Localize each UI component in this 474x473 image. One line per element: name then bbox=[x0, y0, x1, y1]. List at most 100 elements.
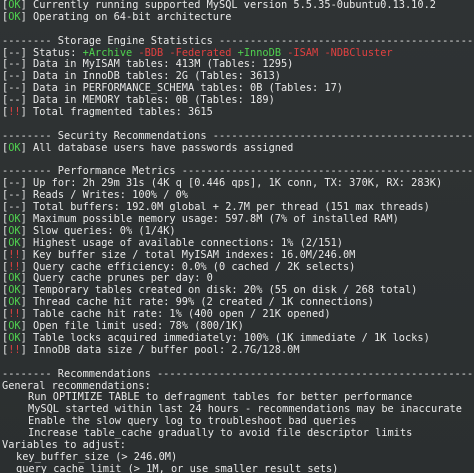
terminal-window[interactable]: [OK] Currently running supported MySQL v… bbox=[0, 0, 474, 473]
line-text: Enable the slow query log to troubleshoo… bbox=[28, 416, 357, 428]
engine-label: -ISAM bbox=[287, 47, 325, 59]
status-badge: !! bbox=[8, 107, 21, 119]
terminal-line: [OK] Thread cache hit rate: 99% (2 creat… bbox=[2, 297, 374, 309]
terminal-line: [!!] Query cache efficiency: 0.0% (0 cac… bbox=[2, 261, 356, 273]
line-text: Table cache hit rate: 1% (400 open / 21K… bbox=[33, 309, 331, 321]
terminal-line: General recommendations: bbox=[2, 381, 474, 393]
terminal-line: [--] Reads / Writes: 100% / 0% bbox=[2, 190, 188, 202]
status-badge: -- bbox=[8, 83, 21, 95]
terminal-line: Increase table_cache gradually to avoid … bbox=[2, 428, 474, 440]
status-badge: !! bbox=[8, 261, 21, 273]
line-text: -------- Performance Metrics -----------… bbox=[2, 166, 474, 178]
line-text: Reads / Writes: 100% / 0% bbox=[33, 190, 188, 202]
engine-label: -BDB bbox=[138, 47, 170, 59]
line-text: InnoDB data size / buffer pool: 2.7G/128… bbox=[33, 344, 300, 356]
status-badge: OK bbox=[8, 285, 21, 297]
status-badge: -- bbox=[8, 71, 21, 83]
line-text: Data in PERFORMANCE_SCHEMA tables: 0B (T… bbox=[33, 83, 343, 95]
terminal-line: query_cache_limit (> 1M, or use smaller … bbox=[2, 464, 474, 473]
terminal-line: [OK] Currently running supported MySQL v… bbox=[2, 0, 436, 11]
status-badge: OK bbox=[8, 0, 21, 11]
terminal-line: MySQL started within last 24 hours - rec… bbox=[2, 404, 474, 416]
terminal-line: [--] Total buffers: 192.0M global + 2.7M… bbox=[2, 202, 430, 214]
terminal-line: [OK] Temporary tables created on disk: 2… bbox=[2, 285, 418, 297]
line-text: Temporary tables created on disk: 20% (5… bbox=[33, 285, 418, 297]
line-text: Highest usage of available connections: … bbox=[33, 237, 343, 249]
line-text: -------- Recommendations ---------------… bbox=[2, 368, 474, 380]
terminal-line: [OK] All database users have passwords a… bbox=[2, 142, 294, 154]
status-badge: OK bbox=[8, 214, 21, 226]
terminal-line: [--] Data in PERFORMANCE_SCHEMA tables: … bbox=[2, 83, 343, 95]
status-badge: OK bbox=[8, 11, 21, 23]
engine-label: +Archive bbox=[82, 47, 139, 59]
line-text: Run OPTIMIZE TABLE to defragment tables … bbox=[28, 392, 413, 404]
terminal-line: [--] Data in InnoDB tables: 2G (Tables: … bbox=[2, 71, 281, 83]
line-text: Operating on 64-bit architecture bbox=[33, 11, 232, 23]
terminal-line: [--] Status: +Archive -BDB -Federated +I… bbox=[2, 47, 393, 59]
line-text: Query cache efficiency: 0.0% (0 cached /… bbox=[33, 261, 356, 273]
status-badge: -- bbox=[8, 202, 21, 214]
line-text: query_cache_limit (> 1M, or use smaller … bbox=[16, 463, 339, 473]
terminal-line: [OK] Maximum possible memory usage: 597.… bbox=[2, 214, 399, 226]
status-badge: -- bbox=[8, 47, 21, 59]
engine-label: -NDBCluster bbox=[324, 47, 393, 59]
line-text: Slow queries: 0% (1/4K) bbox=[33, 225, 176, 237]
line-text: All database users have passwords assign… bbox=[33, 142, 294, 154]
terminal-line: [OK] Query cache prunes per day: 0 bbox=[2, 273, 213, 285]
line-text: key_buffer_size (> 246.0M) bbox=[16, 451, 178, 463]
line-text: Table locks acquired immediately: 100% (… bbox=[33, 332, 430, 344]
status-badge: OK bbox=[8, 321, 21, 333]
line-text: Data in MyISAM tables: 413M (Tables: 129… bbox=[33, 59, 294, 71]
line-text: Total fragmented tables: 3615 bbox=[33, 107, 213, 119]
terminal-line: [OK] Operating on 64-bit architecture bbox=[2, 11, 232, 23]
engine-label: +InnoDB bbox=[237, 47, 288, 59]
line-text: Variables to adjust: bbox=[2, 439, 126, 451]
terminal-line: Variables to adjust: bbox=[2, 440, 474, 452]
terminal-line: [!!] Table cache hit rate: 1% (400 open … bbox=[2, 309, 331, 321]
status-badge: OK bbox=[8, 332, 21, 344]
status-badge: OK bbox=[8, 273, 21, 285]
status-badge: -- bbox=[8, 190, 21, 202]
line-text: Data in MEMORY tables: 0B (Tables: 189) bbox=[33, 95, 275, 107]
status-badge: !! bbox=[8, 249, 21, 261]
terminal-line: key_buffer_size (> 246.0M) bbox=[2, 452, 474, 464]
terminal-line: [--] Up for: 2h 29m 31s (4K q [0.446 qps… bbox=[2, 178, 443, 190]
terminal-line: [OK] Table locks acquired immediately: 1… bbox=[2, 332, 430, 344]
line-text: Increase table_cache gradually to avoid … bbox=[28, 428, 413, 440]
line-text: Key buffer size / total MyISAM indexes: … bbox=[33, 249, 356, 261]
status-badge: !! bbox=[8, 309, 21, 321]
status-badge: OK bbox=[8, 142, 21, 154]
line-text: MySQL started within last 24 hours - rec… bbox=[28, 404, 462, 416]
status-badge: -- bbox=[8, 59, 21, 71]
terminal-line: [OK] Open file limit used: 78% (800/1K) bbox=[2, 321, 244, 333]
terminal-line: Run OPTIMIZE TABLE to defragment tables … bbox=[2, 392, 474, 404]
line-text: Query cache prunes per day: 0 bbox=[33, 273, 213, 285]
line-text: Data in InnoDB tables: 2G (Tables: 3613) bbox=[33, 71, 281, 83]
status-badge: OK bbox=[8, 237, 21, 249]
line-text: Open file limit used: 78% (800/1K) bbox=[33, 321, 244, 333]
status-badge: -- bbox=[8, 178, 21, 190]
terminal-line: -------- Performance Metrics -----------… bbox=[2, 166, 474, 178]
terminal-line: [OK] Highest usage of available connecti… bbox=[2, 237, 343, 249]
status-badge: -- bbox=[8, 95, 21, 107]
line-text: Currently running supported MySQL versio… bbox=[33, 0, 436, 11]
line-text: General recommendations: bbox=[2, 380, 151, 392]
terminal-line: [OK] Slow queries: 0% (1/4K) bbox=[2, 225, 176, 237]
terminal-line: [!!] InnoDB data size / buffer pool: 2.7… bbox=[2, 344, 300, 356]
line-text: Total buffers: 192.0M global + 2.7M per … bbox=[33, 202, 430, 214]
status-badge: !! bbox=[8, 344, 21, 356]
terminal-line: [!!] Key buffer size / total MyISAM inde… bbox=[2, 249, 356, 261]
terminal-line: -------- Security Recommendations ------… bbox=[2, 131, 474, 143]
status-badge: OK bbox=[8, 225, 21, 237]
terminal-line: Enable the slow query log to troubleshoo… bbox=[2, 416, 474, 428]
engine-label: -Federated bbox=[169, 47, 238, 59]
terminal-line: -------- Storage Engine Statistics -----… bbox=[2, 36, 474, 48]
terminal-line: [--] Data in MEMORY tables: 0B (Tables: … bbox=[2, 95, 275, 107]
terminal-line: [!!] Total fragmented tables: 3615 bbox=[2, 107, 213, 119]
terminal-line: [--] Data in MyISAM tables: 413M (Tables… bbox=[2, 59, 294, 71]
line-text: Status: bbox=[33, 47, 83, 59]
